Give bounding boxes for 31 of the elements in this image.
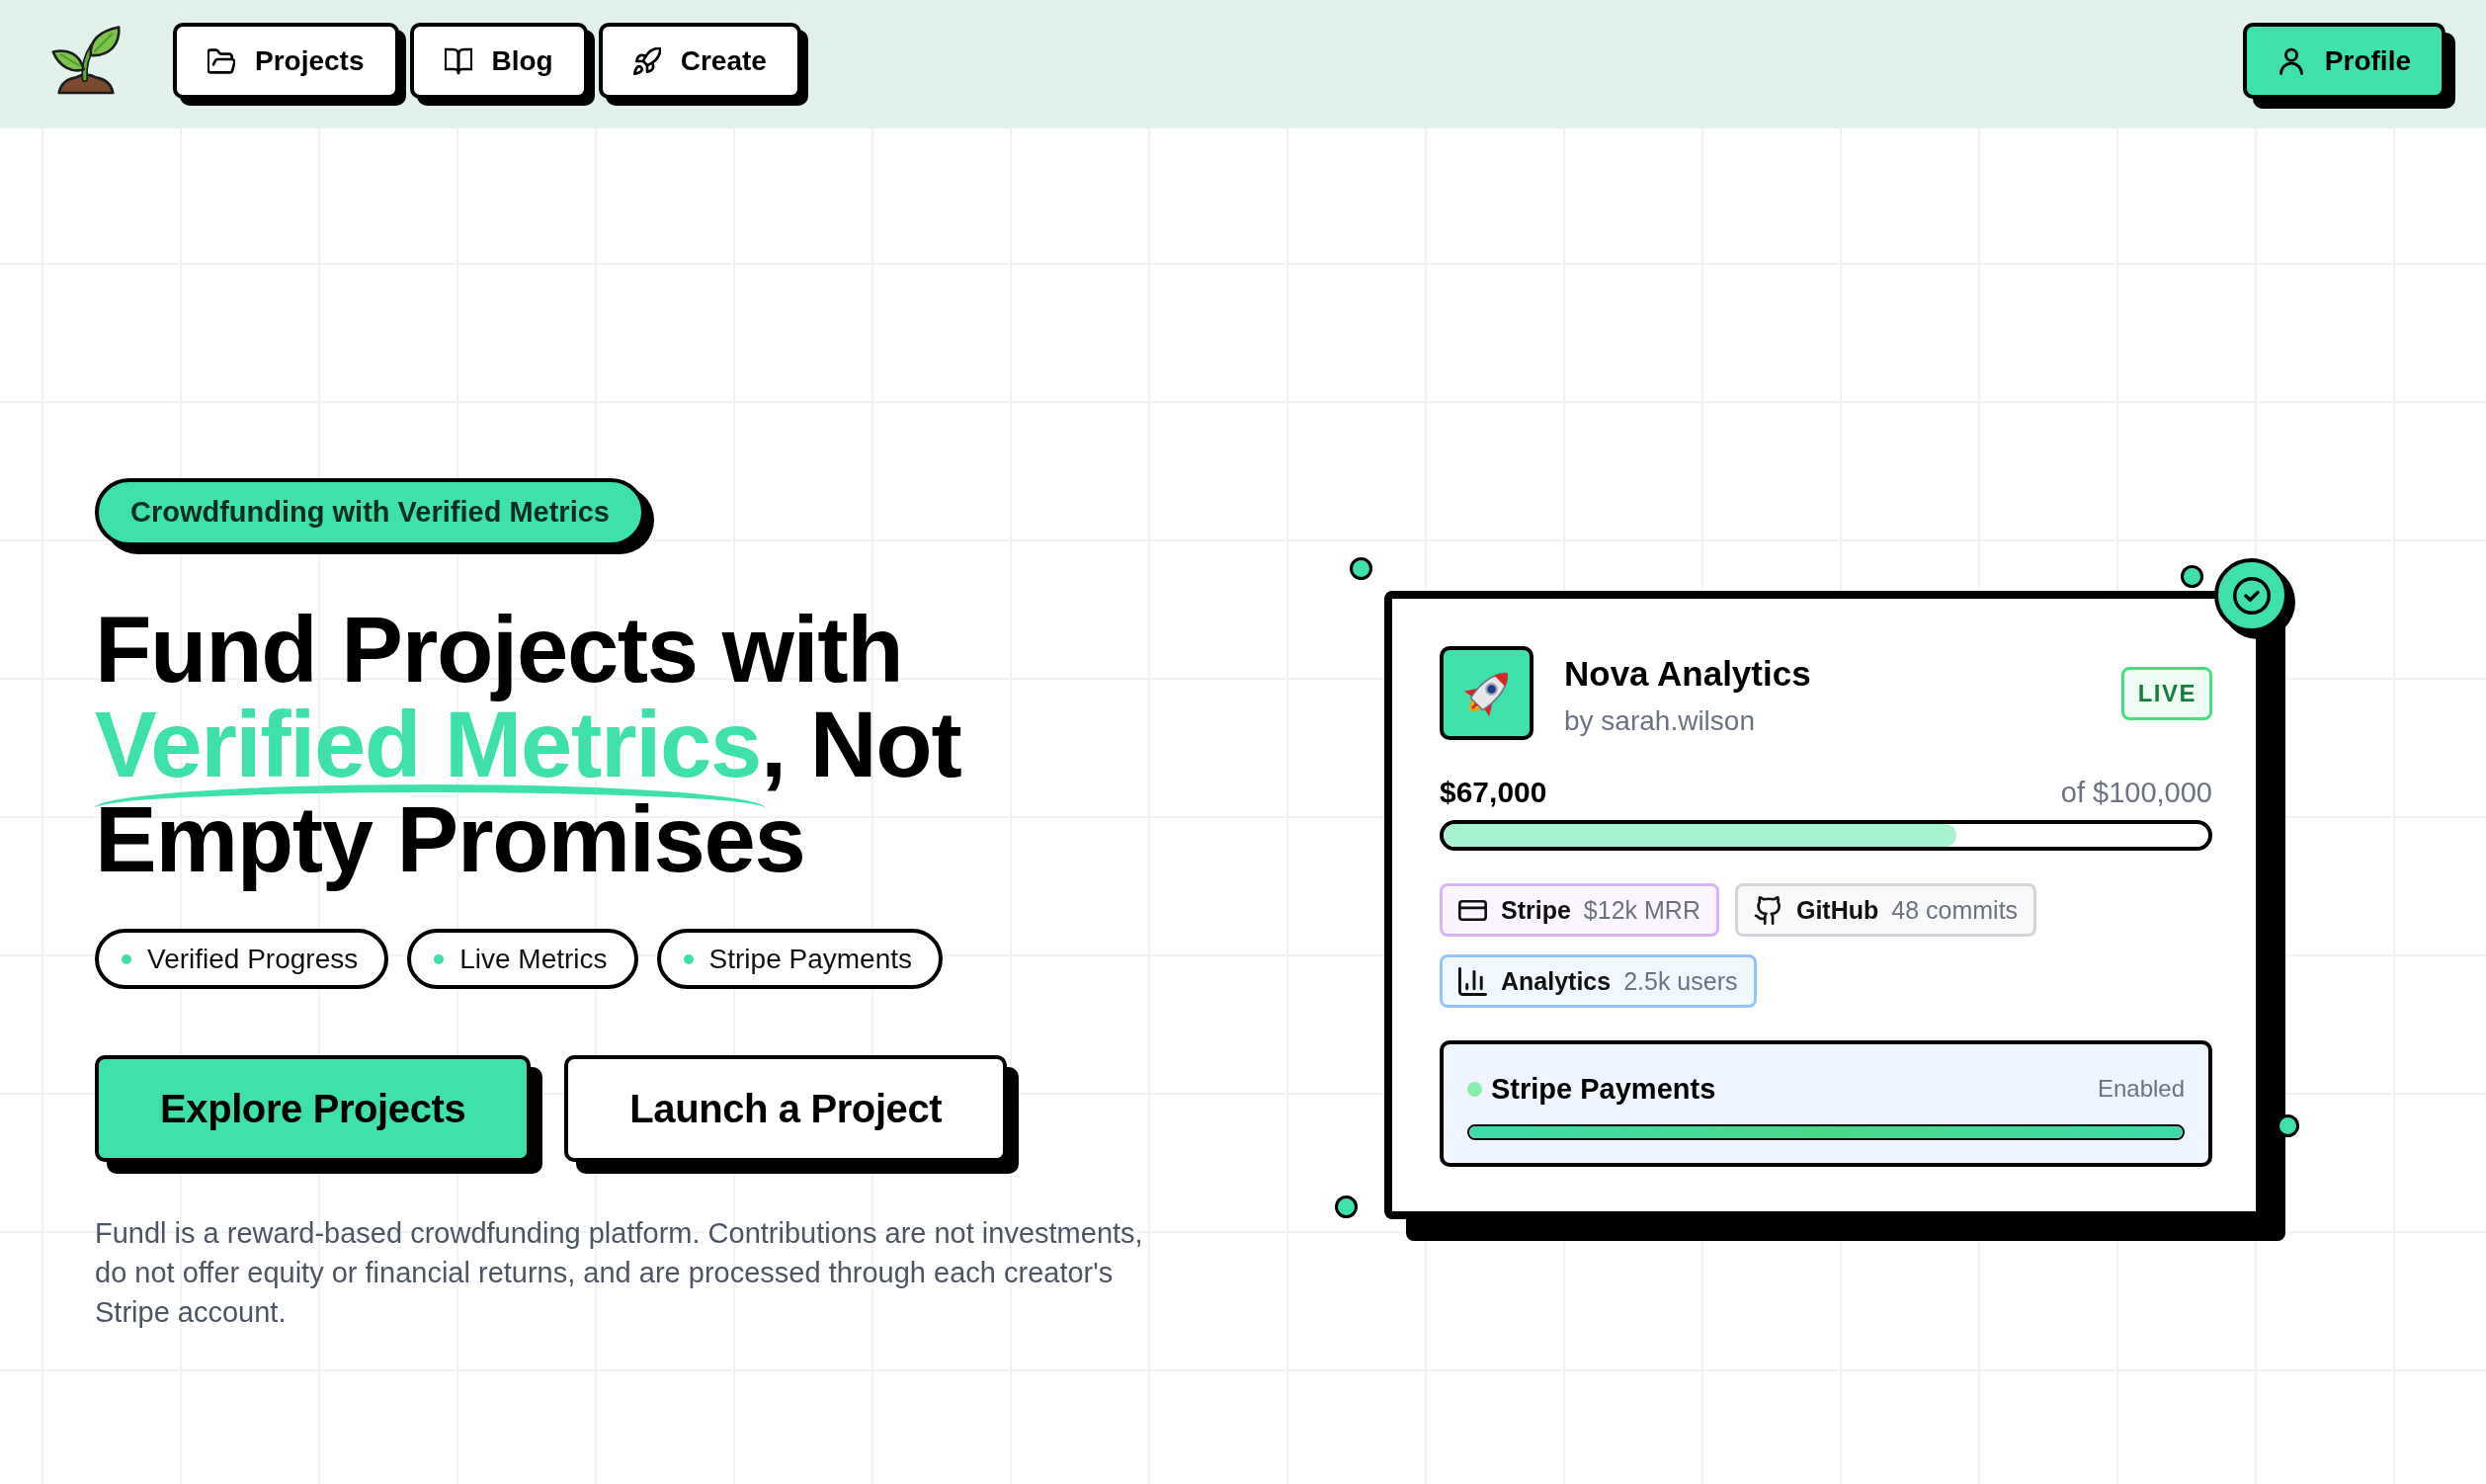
feature-label: Stripe Payments [708,943,912,975]
rocket-icon [632,46,661,75]
dot-icon [1335,1195,1358,1218]
rocket-icon [1440,646,1533,740]
dot-icon [434,953,445,964]
metric-value: $12k MRR [1583,895,1700,925]
metric-name: Analytics [1501,966,1612,996]
raised-amount: $67,000 [1440,775,1547,810]
goal-amount: of $100,000 [2060,776,2212,810]
feature-label: Live Metrics [459,943,608,975]
metric-name: GitHub [1795,895,1879,925]
metric-name: Stripe [1501,895,1571,925]
book-icon [444,46,472,75]
metric-value: 48 commits [1891,895,2019,925]
bar-chart-icon [1458,966,1487,996]
dot-icon [1350,557,1372,580]
project-title: Nova Analytics [1564,653,1811,695]
disclaimer-text: Fundl is a reward-based crowdfunding platform. Contributions are not investments, do not offer equity or financial returns, and are processed through each creator's Stripe account. [95,1216,1144,1330]
dot-icon [2181,565,2203,588]
status-badge: LIVE [2120,667,2212,720]
folder-icon [207,46,235,75]
payments-status: Enabled [2097,1074,2185,1104]
status-dot-icon [1467,1081,1482,1097]
payments-label: Stripe Payments [1491,1072,1716,1107]
metric-value: 2.5k users [1623,966,1738,996]
dot-icon [122,953,131,964]
user-icon [2277,46,2305,75]
dot-icon [683,953,694,964]
github-icon [1753,895,1782,925]
feature-label: Verified Progress [147,943,359,975]
project-author: by sarah.wilson [1564,704,1756,738]
